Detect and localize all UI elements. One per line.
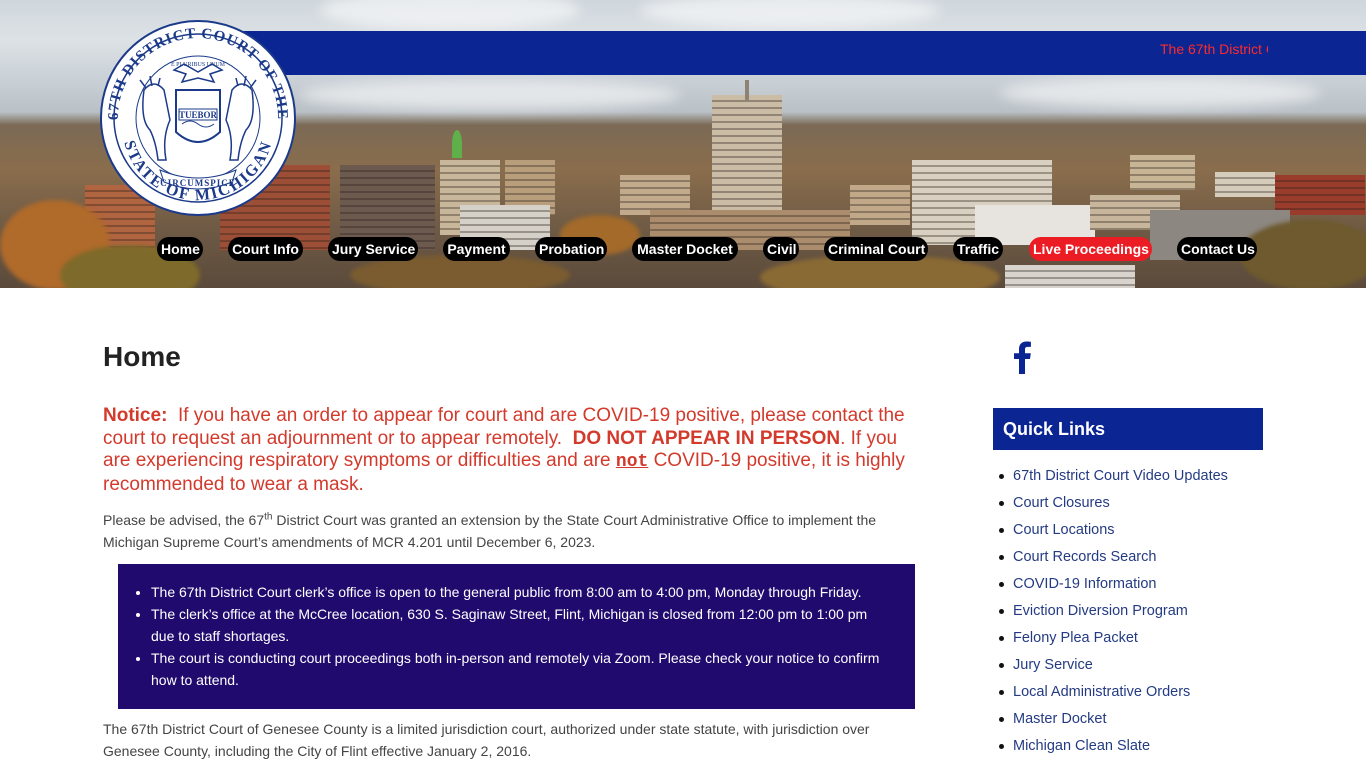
city-building [1215,172,1275,197]
quick-link-court-closures[interactable]: Court Closures [1013,495,1110,511]
quick-link-item: COVID-19 Information [999,571,1228,598]
quick-link-item: Eviction Diversion Program [999,598,1228,625]
city-building [620,175,690,215]
info-item-hours: The 67th District Court clerk’s office i… [151,581,886,603]
nav-payment[interactable]: Payment [443,237,510,261]
seal-motto-top: E PLURIBUS UNUM [171,62,226,68]
header-banner: The 67th District Court [170,31,1366,75]
sky-cloud [320,0,580,30]
seal-shield-word: TUEBOR [179,110,218,120]
nav-contact-us[interactable]: Contact Us [1177,237,1257,261]
quick-link-master-docket[interactable]: Master Docket [1013,711,1106,727]
marquee-text: The 67th District Court [1160,41,1268,57]
quick-link-item: Court Closures [999,490,1228,517]
nav-court-info[interactable]: Court Info [228,237,303,261]
sky-cloud [640,0,940,28]
site-header: The 67th District Court 67TH DISTRICT CO… [0,0,1366,288]
city-building [1275,175,1365,215]
quick-link-item: Court Locations [999,517,1228,544]
quick-link-item: Master Docket [999,706,1228,733]
quick-links-heading: Quick Links [993,408,1263,450]
nav-live-proceedings[interactable]: Live Proceedings [1029,237,1152,261]
page-title: Home [103,341,181,372]
nav-criminal-court[interactable]: Criminal Court [824,237,928,261]
water-tower [452,130,462,158]
quick-link-covid-info[interactable]: COVID-19 Information [1013,576,1156,592]
quick-link-jury-service[interactable]: Jury Service [1013,657,1093,673]
info-item-mccree: The clerk’s office at the McCree locatio… [151,603,886,647]
main-navigation: Home Court Info Jury Service Payment Pro… [0,237,1366,261]
quick-link-item: Local Administrative Orders [999,679,1228,706]
covid-notice: Notice: If you have an order to appear f… [103,405,923,496]
nav-probation[interactable]: Probation [535,237,607,261]
seal-motto-bottom: CIRCUMSPICE [160,178,236,188]
nav-traffic[interactable]: Traffic [953,237,1003,261]
city-building [850,185,910,225]
city-tower [712,95,782,215]
quick-link-records-search[interactable]: Court Records Search [1013,549,1156,565]
quick-link-item: Michigan Clean Slate [999,733,1228,760]
quick-links-list: 67th District Court Video Updates Court … [993,463,1228,760]
quick-link-felony-plea[interactable]: Felony Plea Packet [1013,630,1138,646]
advisory-before: Please be advised, the 67 [103,512,265,528]
info-item-zoom: The court is conducting court proceeding… [151,647,886,691]
court-about: The 67th District Court of Genesee Count… [103,721,870,759]
quick-link-item: Court Records Search [999,544,1228,571]
quick-link-item: Jury Service [999,652,1228,679]
nav-jury-service[interactable]: Jury Service [328,237,418,261]
notice-label: Notice: [103,405,168,426]
facebook-icon[interactable] [1012,340,1032,374]
nav-civil[interactable]: Civil [763,237,799,261]
quick-link-clean-slate[interactable]: Michigan Clean Slate [1013,738,1150,754]
quick-link-eviction-diversion[interactable]: Eviction Diversion Program [1013,603,1188,619]
nav-master-docket[interactable]: Master Docket [632,237,738,261]
clerk-info-box: The 67th District Court clerk’s office i… [118,564,915,709]
quick-link-video-updates[interactable]: 67th District Court Video Updates [1013,468,1228,484]
sky-cloud [300,80,680,110]
notice-not: not [615,452,649,472]
nav-home[interactable]: Home [157,237,203,261]
clerk-info-list: The 67th District Court clerk’s office i… [136,581,895,691]
quick-link-item: 67th District Court Video Updates [999,463,1228,490]
quick-link-item: Felony Plea Packet [999,625,1228,652]
city-building [1005,265,1135,288]
notice-do-not-appear: DO NOT APPEAR IN PERSON [572,427,841,449]
sky-cloud [1000,78,1320,108]
court-seal-logo[interactable]: 67TH DISTRICT COURT OF THE STATE OF MICH… [100,20,296,216]
tower-antenna [745,80,749,100]
city-building [1130,155,1195,190]
quick-link-court-locations[interactable]: Court Locations [1013,522,1115,538]
quick-link-admin-orders[interactable]: Local Administrative Orders [1013,684,1190,700]
extension-advisory: Please be advised, the 67th District Cou… [103,509,933,553]
